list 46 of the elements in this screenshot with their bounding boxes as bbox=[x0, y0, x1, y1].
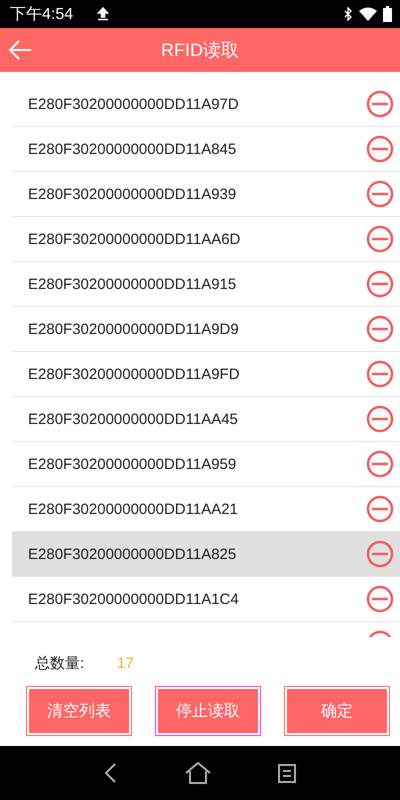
tag-row[interactable]: E280F30200000000DD11A845 bbox=[12, 127, 400, 172]
tag-epc: E280F30200000000DD11A959 bbox=[28, 456, 238, 472]
battery-icon bbox=[383, 6, 392, 22]
remove-icon[interactable] bbox=[366, 585, 394, 613]
tag-row[interactable]: E280F30200000000DD11A9FD bbox=[12, 352, 400, 397]
tag-row[interactable]: E280F30200000000DD11A825 bbox=[12, 532, 400, 577]
tag-row[interactable]: E280F30200000000DD11A9D9 bbox=[12, 307, 400, 352]
tag-epc: E280F30200000000DD11A915 bbox=[28, 276, 238, 292]
wifi-icon bbox=[359, 7, 377, 21]
tag-epc: E280F30200000000DD11A845 bbox=[28, 140, 238, 158]
back-arrow-icon bbox=[8, 38, 32, 62]
remove-icon[interactable] bbox=[366, 360, 394, 388]
tag-row[interactable]: E280F30200000000DD11A1C4 bbox=[12, 577, 400, 622]
tag-epc: E280F30200000000DD11AA6D bbox=[28, 230, 242, 248]
tag-row[interactable]: E280F30200000000DD11A959 bbox=[12, 442, 400, 487]
bluetooth-icon bbox=[344, 7, 353, 21]
total-count: 17 bbox=[117, 655, 134, 672]
remove-icon[interactable] bbox=[366, 90, 394, 118]
tag-epc: E280F30200000000DD11A97D bbox=[28, 96, 240, 112]
screen-title: RFID读取 bbox=[160, 39, 240, 62]
upload-icon bbox=[97, 7, 110, 21]
remove-icon[interactable] bbox=[366, 225, 394, 253]
tag-epc: E280F30200000000DD11A9FD bbox=[28, 366, 241, 382]
tag-row[interactable]: E280F30200000000DD11AA45 bbox=[12, 397, 400, 442]
home-icon[interactable] bbox=[185, 762, 211, 784]
remove-icon[interactable] bbox=[366, 270, 394, 298]
recent-apps-icon[interactable] bbox=[277, 763, 297, 783]
remove-icon[interactable] bbox=[366, 180, 394, 208]
tag-epc: E280F30200000000DD11A939 bbox=[28, 186, 238, 202]
tag-row[interactable]: E280F30200000000DD11A97D bbox=[12, 82, 400, 127]
tag-epc: E280F30200000000DD11AA21 bbox=[28, 500, 239, 518]
remove-icon[interactable] bbox=[366, 405, 394, 433]
total-label: 总数量: bbox=[35, 654, 86, 673]
remove-icon[interactable] bbox=[366, 540, 394, 568]
remove-icon[interactable] bbox=[366, 495, 394, 523]
tag-row[interactable]: E280F30200000000DD11A939 bbox=[12, 172, 400, 217]
tag-epc: E280F30200000000DD11A825 bbox=[28, 546, 238, 562]
remove-icon[interactable] bbox=[366, 135, 394, 163]
remove-icon[interactable] bbox=[366, 450, 394, 478]
tag-epc: E280F30200000000DD11AA45 bbox=[28, 410, 239, 428]
tag-row[interactable]: E280F30200000000DD11A915 bbox=[12, 262, 400, 307]
status-time: 下午4:54 bbox=[10, 4, 74, 24]
tag-epc: E280F30200000000DD11A1C4 bbox=[28, 590, 240, 608]
remove-icon[interactable] bbox=[366, 315, 394, 343]
tag-epc: E280F30200000000DD11A9D9 bbox=[28, 320, 240, 338]
tag-row[interactable]: E280F30200000000DD11AA6D bbox=[12, 217, 400, 262]
